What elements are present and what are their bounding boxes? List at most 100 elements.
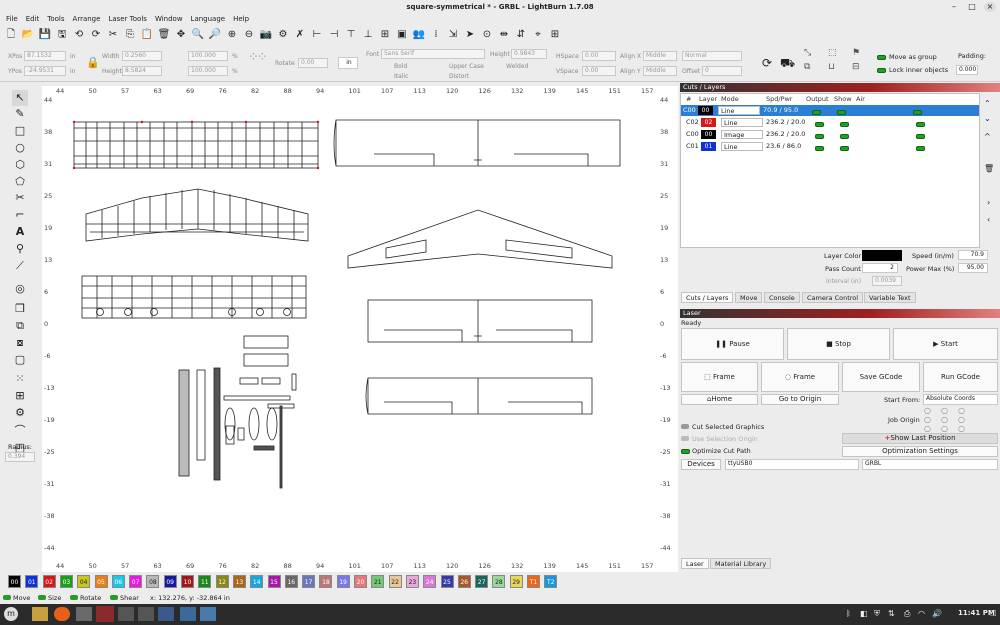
palette-color-27[interactable]: 27	[475, 575, 489, 588]
palette-color-06[interactable]: 06	[111, 575, 125, 588]
camera-icon[interactable]: 📷	[259, 28, 273, 42]
polygon-tool-icon[interactable]: ⬡	[12, 157, 28, 173]
menu-window[interactable]: Window	[155, 14, 183, 25]
menu-help[interactable]: Help	[233, 14, 249, 25]
rotary-tool-icon[interactable]: ⚙	[12, 405, 28, 421]
measure-tool-icon[interactable]: ⟋	[12, 258, 28, 274]
palette-color-18[interactable]: 18	[319, 575, 333, 588]
air-toggle[interactable]	[916, 144, 925, 155]
ypos-field[interactable]: -24.9531	[24, 66, 66, 76]
interval-field[interactable]: 0.0039	[872, 276, 902, 286]
power-max-field[interactable]: 95.00	[958, 263, 988, 273]
palette-color-00[interactable]: 00	[8, 575, 21, 588]
menu-edit[interactable]: Edit	[26, 14, 40, 25]
cut-layer-row[interactable]: C02 02 Line 236.2 / 20.0	[684, 117, 981, 128]
lock-inner-toggle[interactable]	[877, 67, 886, 75]
frame-tool-icon[interactable]: ⌐	[12, 207, 28, 223]
palette-color-T2[interactable]: T2	[544, 575, 558, 588]
palette-color-T1[interactable]: T1	[527, 575, 540, 588]
optimize-toggle[interactable]	[681, 448, 690, 456]
zoom-page-icon[interactable]: ⊕	[225, 28, 239, 42]
palette-color-26[interactable]: 26	[457, 575, 471, 588]
array-tool-icon[interactable]: ⧉	[12, 318, 28, 334]
tab-laser[interactable]: Laser	[681, 558, 709, 569]
device-select[interactable]: GRBL	[862, 459, 998, 470]
scissors-tool-icon[interactable]: ✂	[12, 190, 28, 206]
circular-array-icon[interactable]: ⧇	[12, 335, 28, 351]
width-percent-field[interactable]: 100.000	[188, 51, 228, 61]
save-file-icon[interactable]: 💾	[38, 28, 52, 42]
tab-move[interactable]: Move	[735, 292, 763, 303]
palette-color-11[interactable]: 11	[198, 575, 212, 588]
start-menu-icon[interactable]: m	[4, 607, 18, 621]
go-to-origin-button[interactable]: Go to Origin	[761, 394, 839, 405]
target-icon[interactable]: ⊙	[480, 28, 494, 42]
palette-color-28[interactable]: 28	[492, 575, 506, 588]
delete-layer-icon[interactable]: 🗑	[984, 164, 994, 173]
align-center-icon[interactable]: ⊞	[378, 28, 392, 42]
app-icon[interactable]	[118, 607, 134, 621]
position-tool-icon[interactable]: ⚲	[12, 241, 28, 257]
ellipse-tool-icon[interactable]: ○	[12, 140, 28, 156]
offset-field[interactable]: 0	[702, 66, 742, 76]
align-tool-icon[interactable]: ⊟	[852, 62, 860, 72]
unit-button[interactable]: in	[338, 57, 358, 69]
tab-variable-text[interactable]: Variable Text	[864, 292, 916, 303]
home-button[interactable]: ⌂Home	[681, 394, 758, 405]
group-icon[interactable]: ▣	[395, 28, 409, 42]
welded-label[interactable]: Welded	[506, 63, 528, 70]
menu-tools[interactable]: Tools	[47, 14, 64, 25]
app-icon[interactable]	[138, 607, 154, 621]
files-icon[interactable]	[76, 607, 92, 621]
select-tool-icon[interactable]: ↖	[12, 90, 28, 106]
devices-button[interactable]: Devices	[681, 459, 721, 470]
distort-label[interactable]: Distort	[449, 73, 469, 80]
palette-color-15[interactable]: 15	[267, 575, 281, 588]
undo-icon[interactable]: ⟲	[72, 28, 86, 42]
vspace-field[interactable]: 0.00	[582, 66, 616, 76]
use-origin-toggle[interactable]	[681, 436, 689, 441]
shield-icon[interactable]: ⛨	[874, 609, 880, 619]
node-edit-icon[interactable]: ⤡	[804, 48, 811, 58]
zoom-selection-icon[interactable]: ⊖	[242, 28, 256, 42]
cut-layer-row[interactable]: C01 01 Line 23.6 / 86.0	[684, 141, 981, 152]
close-button[interactable]: ×	[984, 2, 996, 12]
wifi-icon[interactable]: ◠	[918, 609, 925, 618]
mode-select[interactable]: Image	[721, 130, 763, 139]
node-tool-icon[interactable]: ▢	[12, 352, 28, 368]
palette-color-25[interactable]: 25	[440, 575, 454, 588]
folder-icon[interactable]	[32, 607, 48, 621]
align-top-icon[interactable]: ⊤	[344, 28, 358, 42]
mode-select[interactable]: Line	[721, 142, 763, 151]
notification-icon[interactable]: ◫	[990, 609, 997, 617]
palette-color-17[interactable]: 17	[302, 575, 316, 588]
hspace-field[interactable]: 0.00	[582, 51, 616, 61]
palette-color-14[interactable]: 14	[250, 575, 264, 588]
align-left-icon[interactable]: ⊢	[310, 28, 324, 42]
pan-icon[interactable]: ✥	[174, 28, 188, 42]
width-field[interactable]: 0.2560	[122, 51, 162, 61]
align-tool-icon[interactable]: ⊞	[12, 388, 28, 404]
show-last-position-button[interactable]: +Show Last Position	[842, 433, 998, 444]
menu-file[interactable]: File	[6, 14, 18, 25]
palette-color-04[interactable]: 04	[77, 575, 91, 588]
new-file-icon[interactable]: 🗋	[4, 28, 18, 42]
palette-color-02[interactable]: 02	[42, 575, 56, 588]
palette-color-10[interactable]: 10	[181, 575, 194, 588]
maximize-button[interactable]: □	[966, 2, 978, 12]
layer-color-swatch[interactable]	[862, 250, 902, 261]
height-percent-field[interactable]: 100.000	[188, 66, 228, 76]
move-laser-icon[interactable]: ⇲	[446, 28, 460, 42]
offset-icon[interactable]: ⬚	[828, 48, 837, 58]
menu-arrange[interactable]: Arrange	[73, 14, 101, 25]
flag-icon[interactable]: ⚑	[852, 48, 860, 58]
distribute-icon[interactable]: ⁞	[429, 28, 443, 42]
text-mode-select[interactable]: Normal	[682, 51, 742, 61]
output-toggle[interactable]	[815, 144, 824, 155]
tools-icon[interactable]: ✗	[293, 28, 307, 42]
palette-color-05[interactable]: 05	[94, 575, 108, 588]
rectangle-tool-icon[interactable]: □	[12, 123, 28, 139]
palette-color-13[interactable]: 13	[232, 575, 246, 588]
palette-color-07[interactable]: 07	[129, 575, 143, 588]
font-height-field[interactable]: 0.9843	[511, 49, 547, 59]
